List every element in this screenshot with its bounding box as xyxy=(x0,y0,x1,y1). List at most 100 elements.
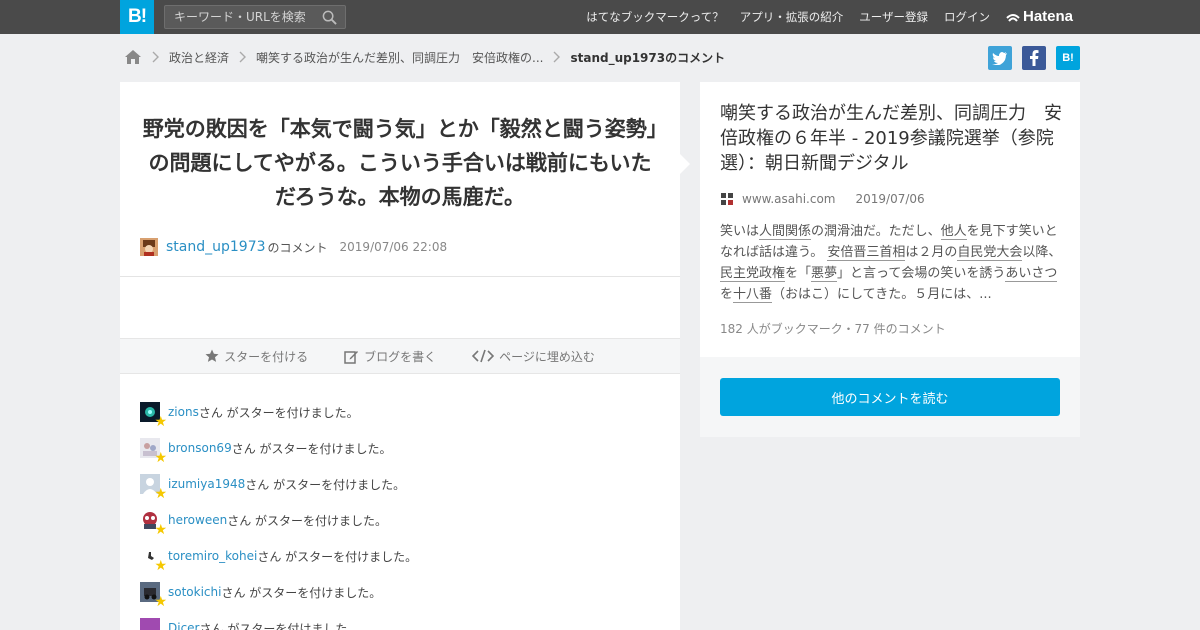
add-star-button[interactable]: スターを付ける xyxy=(205,348,308,365)
chevron-right-icon xyxy=(239,51,247,63)
entry-title[interactable]: 嘲笑する政治が生んだ差別、同調圧力 安倍政権の６年半 - 2019参議院選挙（参… xyxy=(720,101,1065,176)
breadcrumb-category[interactable]: 政治と経済 xyxy=(169,49,229,66)
keyword-link[interactable]: 安倍晋三首相 xyxy=(827,245,906,261)
list-item: ★ zions さん がスターを付けました。 xyxy=(140,394,660,430)
avatar[interactable] xyxy=(140,238,158,256)
edit-icon xyxy=(344,350,359,364)
keyword-link[interactable]: 他人 xyxy=(940,224,967,240)
star-username[interactable]: izumiya1948 xyxy=(168,477,245,491)
star-suffix: さん がスターを付けました。 xyxy=(227,513,388,528)
list-item: ★ izumiya1948 さん がスターを付けました。 xyxy=(140,466,660,502)
top-bar: B! キーワード・URLを検索 はてなブックマークって？ アプリ・拡張の紹介 ユ… xyxy=(0,0,1200,34)
bookmark-counts[interactable]: 182 人がブックマーク・77 件のコメント xyxy=(720,320,946,337)
embed-button[interactable]: ページに埋め込む xyxy=(472,348,595,365)
star-icon: ★ xyxy=(154,522,167,538)
keyword-link[interactable]: 民主党政権 xyxy=(720,266,786,282)
home-icon[interactable] xyxy=(124,49,142,65)
star-suffix: さん がスターを付けました。 xyxy=(198,405,359,420)
twitter-share-button[interactable] xyxy=(988,46,1012,70)
avatar[interactable]: ★ xyxy=(140,582,167,609)
avatar[interactable]: ★ xyxy=(140,618,160,630)
list-item: ★ toremiro_kohei さん がスターを付けました。 xyxy=(140,538,660,574)
comment-meta: stand_up1973 のコメント 2019/07/06 22:08 xyxy=(140,238,447,256)
entry-meta: www.asahi.com 2019/07/06 xyxy=(720,192,925,206)
comment-suffix: のコメント xyxy=(267,240,328,255)
card-pointer xyxy=(680,154,690,174)
code-icon xyxy=(472,349,495,363)
entry-domain[interactable]: www.asahi.com xyxy=(742,192,836,206)
entry-excerpt: 笑いは人間関係の潤滑油だ。ただし、他人を見下す笑いとなれば話は違う。 安倍晋三首… xyxy=(720,221,1065,305)
excerpt-text: （おはこ）にしてきた。５月には、... xyxy=(772,287,992,302)
favicon-icon xyxy=(720,192,734,206)
avatar[interactable]: ★ xyxy=(140,438,167,465)
list-item: ★ heroween さん がスターを付けました。 xyxy=(140,502,660,538)
embed-label: ページに埋め込む xyxy=(499,349,595,364)
excerpt-text: を「 xyxy=(785,266,812,281)
comment-text: 野党の敗因を「本気で闘う気」とか「毅然と闘う姿勢」の問題にしてやがる。こういう手… xyxy=(142,117,658,209)
star-username[interactable]: sotokichi xyxy=(168,585,221,599)
star-icon: ★ xyxy=(154,558,167,574)
hatena-bookmark-share-button[interactable]: B! xyxy=(1056,46,1080,70)
keyword-link[interactable]: 自民党大会 xyxy=(957,245,1023,261)
search-input[interactable]: キーワード・URLを検索 xyxy=(164,5,346,29)
star-username[interactable]: Dicer xyxy=(168,621,200,630)
comment-card: 野党の敗因を「本気で闘う気」とか「毅然と闘う姿勢」の問題にしてやがる。こういう手… xyxy=(120,82,680,630)
breadcrumb-current: stand_up1973のコメント xyxy=(570,50,726,65)
star-username[interactable]: heroween xyxy=(168,513,227,527)
search-icon[interactable] xyxy=(322,10,337,25)
keyword-link[interactable]: あいさつ xyxy=(1005,266,1058,282)
hatena-mark-icon xyxy=(1006,13,1020,22)
comment-username[interactable]: stand_up1973 xyxy=(166,239,266,255)
excerpt-text: 」と言って会場の笑いを誘う xyxy=(837,266,1006,281)
star-icon: ★ xyxy=(154,450,167,466)
keyword-link[interactable]: 悪夢 xyxy=(811,266,838,282)
hatena-bookmark-logo[interactable]: B! xyxy=(120,0,154,34)
nav-login[interactable]: ログイン xyxy=(944,9,990,25)
read-more-panel: 他のコメントを読む xyxy=(700,357,1080,437)
breadcrumb-entry[interactable]: 嘲笑する政治が生んだ差別、同調圧力 安倍政権の... xyxy=(256,49,543,66)
avatar[interactable]: ★ xyxy=(140,546,167,573)
comment-date[interactable]: 2019/07/06 22:08 xyxy=(340,240,448,254)
excerpt-text: の潤滑油だ。ただし、 xyxy=(811,224,941,239)
avatar[interactable]: ★ xyxy=(140,402,167,429)
entry-date: 2019/07/06 xyxy=(855,192,925,206)
chevron-right-icon xyxy=(553,51,561,63)
facebook-share-button[interactable] xyxy=(1022,46,1046,70)
list-item: ★ Dicer さん がスターを付けました。 xyxy=(140,610,660,630)
hatena-brand[interactable]: Hatena xyxy=(1006,8,1073,25)
entry-card: 嘲笑する政治が生んだ差別、同調圧力 安倍政権の６年半 - 2019参議院選挙（参… xyxy=(700,82,1080,357)
facebook-icon xyxy=(1030,50,1039,66)
star-username[interactable]: bronson69 xyxy=(168,441,232,455)
read-more-button[interactable]: 他のコメントを読む xyxy=(720,378,1060,416)
star-list: ★ zions さん がスターを付けました。 ★ bronson69 さん がス… xyxy=(140,394,660,630)
top-nav: はてなブックマークって？ アプリ・拡張の紹介 ユーザー登録 ログイン xyxy=(570,0,990,34)
nav-apps[interactable]: アプリ・拡張の紹介 xyxy=(740,9,844,25)
star-username[interactable]: toremiro_kohei xyxy=(168,549,257,563)
nav-about[interactable]: はてなブックマークって？ xyxy=(586,9,723,25)
keyword-link[interactable]: 十八番 xyxy=(733,287,773,303)
chevron-right-icon xyxy=(152,51,159,63)
nav-register[interactable]: ユーザー登録 xyxy=(859,9,928,25)
star-suffix: さん がスターを付けました。 xyxy=(199,621,360,630)
star-suffix: さん がスターを付けました。 xyxy=(245,477,406,492)
excerpt-text: を xyxy=(720,287,734,302)
list-item: ★ bronson69 さん がスターを付けました。 xyxy=(140,430,660,466)
keyword-link[interactable]: 人間関係 xyxy=(759,224,812,240)
hatena-brand-text: Hatena xyxy=(1023,8,1074,25)
star-suffix: さん がスターを付けました。 xyxy=(231,441,392,456)
add-star-label: スターを付ける xyxy=(224,349,309,364)
divider xyxy=(120,276,680,277)
star-icon: ★ xyxy=(154,414,167,430)
twitter-icon xyxy=(992,52,1007,65)
excerpt-text: 笑いは xyxy=(720,224,760,239)
star-username[interactable]: zions xyxy=(168,405,199,419)
excerpt-text: は２月の xyxy=(905,245,958,260)
star-icon: ★ xyxy=(154,486,167,502)
star-icon: ★ xyxy=(154,594,167,610)
action-bar: スターを付ける ブログを書く ページに埋め込む xyxy=(120,338,680,374)
write-blog-label: ブログを書く xyxy=(364,349,437,364)
avatar[interactable]: ★ xyxy=(140,474,167,501)
avatar[interactable]: ★ xyxy=(140,510,167,537)
search-placeholder: キーワード・URLを検索 xyxy=(174,10,306,24)
write-blog-button[interactable]: ブログを書く xyxy=(344,348,436,365)
